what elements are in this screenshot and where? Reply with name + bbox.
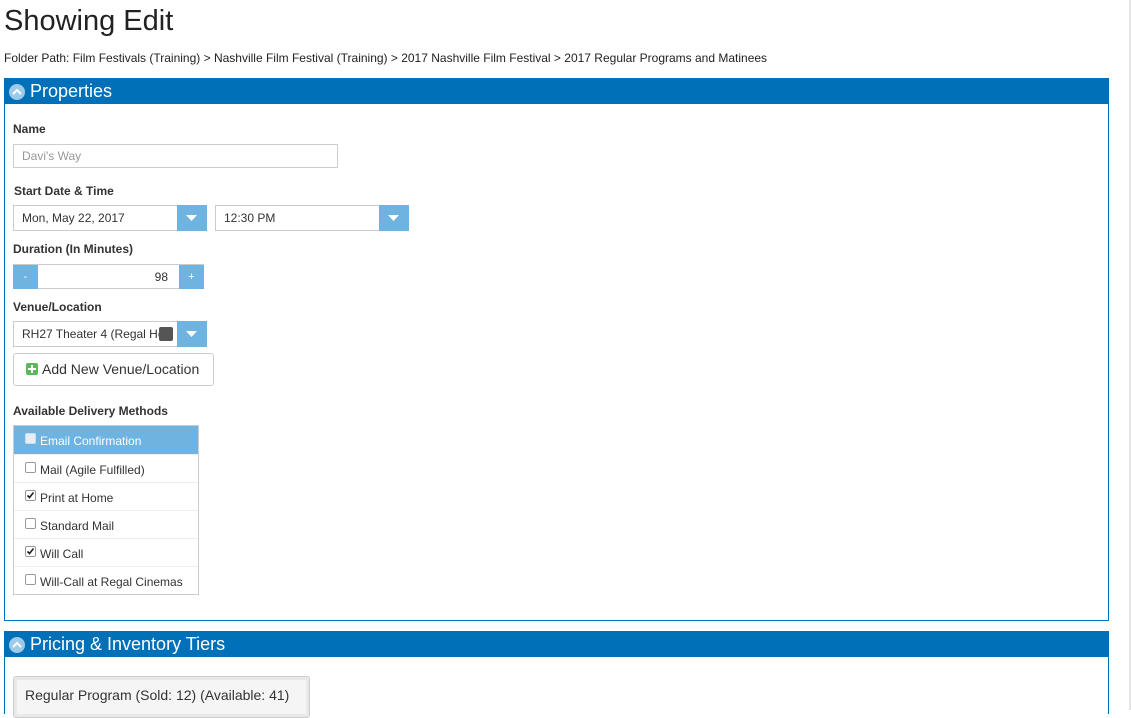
- start-date-time-label: Start Date & Time: [14, 184, 114, 198]
- delivery-method-label: Print at Home: [40, 491, 114, 505]
- delivery-method-checkbox[interactable]: [25, 462, 36, 473]
- name-label: Name: [13, 122, 46, 136]
- delivery-method-item[interactable]: Mail (Agile Fulfilled): [14, 454, 198, 482]
- start-time-value: 12:30 PM: [224, 211, 276, 225]
- pricing-panel-title: Pricing & Inventory Tiers: [30, 634, 226, 654]
- delivery-method-item[interactable]: Email Confirmation: [14, 426, 198, 454]
- page-title: Showing Edit: [4, 5, 174, 37]
- delivery-method-checkbox[interactable]: [25, 518, 36, 529]
- start-time-select[interactable]: 12:30 PM: [215, 205, 409, 231]
- caret-down-icon: [388, 215, 399, 221]
- add-venue-label: Add New Venue/Location: [42, 361, 200, 377]
- chevron-up-circle-icon[interactable]: [9, 83, 25, 100]
- checkmark-icon: [26, 492, 35, 499]
- start-date-dropdown-button[interactable]: [177, 205, 207, 231]
- caret-down-icon: [186, 215, 197, 221]
- properties-panel-title: Properties: [30, 81, 113, 101]
- checkmark-icon: [26, 548, 35, 555]
- pricing-tier-tab[interactable]: Regular Program (Sold: 12) (Available: 4…: [13, 676, 310, 718]
- properties-panel: Properties Name Davi's Way Start Date & …: [4, 78, 1109, 621]
- delivery-method-item[interactable]: Will-Call at Regal Cinemas: [14, 566, 198, 594]
- caret-down-icon: [186, 331, 197, 337]
- venue-select[interactable]: RH27 Theater 4 (Regal Ho: [13, 321, 207, 347]
- delivery-method-checkbox[interactable]: [25, 433, 36, 444]
- duration-label: Duration (In Minutes): [13, 242, 133, 256]
- start-date-value: Mon, May 22, 2017: [22, 211, 125, 225]
- delivery-method-item[interactable]: Standard Mail: [14, 510, 198, 538]
- delivery-method-checkbox[interactable]: [25, 546, 36, 557]
- pricing-panel: Pricing & Inventory Tiers Regular Progra…: [4, 631, 1109, 718]
- add-venue-button[interactable]: Add New Venue/Location: [13, 353, 214, 386]
- venue-dropdown-button[interactable]: [177, 321, 207, 347]
- delivery-methods-list: Email Confirmation Mail (Agile Fulfilled…: [13, 425, 199, 595]
- properties-panel-header[interactable]: Properties: [5, 79, 1108, 104]
- start-date-select[interactable]: Mon, May 22, 2017: [13, 205, 207, 231]
- plus-square-icon: [26, 363, 38, 376]
- duration-value[interactable]: 98: [155, 265, 168, 289]
- duration-decrement-button[interactable]: -: [13, 265, 38, 289]
- venue-label: Venue/Location: [13, 300, 102, 314]
- venue-value: RH27 Theater 4 (Regal Ho: [22, 327, 165, 341]
- delivery-method-label: Mail (Agile Fulfilled): [40, 463, 145, 477]
- delivery-method-checkbox[interactable]: [25, 490, 36, 501]
- delivery-methods-label: Available Delivery Methods: [13, 404, 168, 418]
- breadcrumb: Folder Path: Film Festivals (Training) >…: [4, 51, 768, 65]
- chevron-up-circle-icon[interactable]: [9, 636, 25, 653]
- delivery-method-label: Will Call: [40, 547, 84, 561]
- delivery-method-item[interactable]: Will Call: [14, 538, 198, 566]
- delivery-method-item[interactable]: Print at Home: [14, 482, 198, 510]
- start-time-dropdown-button[interactable]: [379, 205, 409, 231]
- delivery-method-label: Will-Call at Regal Cinemas: [40, 575, 183, 589]
- duration-stepper: - 98 +: [13, 264, 204, 289]
- name-input[interactable]: Davi's Way: [13, 144, 338, 168]
- delivery-method-checkbox[interactable]: [25, 574, 36, 585]
- delivery-method-label: Standard Mail: [40, 519, 115, 533]
- pricing-panel-header[interactable]: Pricing & Inventory Tiers: [5, 632, 1108, 657]
- pricing-tier-label: Regular Program (Sold: 12) (Available: 4…: [25, 687, 290, 703]
- delivery-method-label: Email Confirmation: [40, 434, 142, 448]
- info-badge-icon: [159, 327, 173, 341]
- duration-increment-button[interactable]: +: [179, 265, 204, 289]
